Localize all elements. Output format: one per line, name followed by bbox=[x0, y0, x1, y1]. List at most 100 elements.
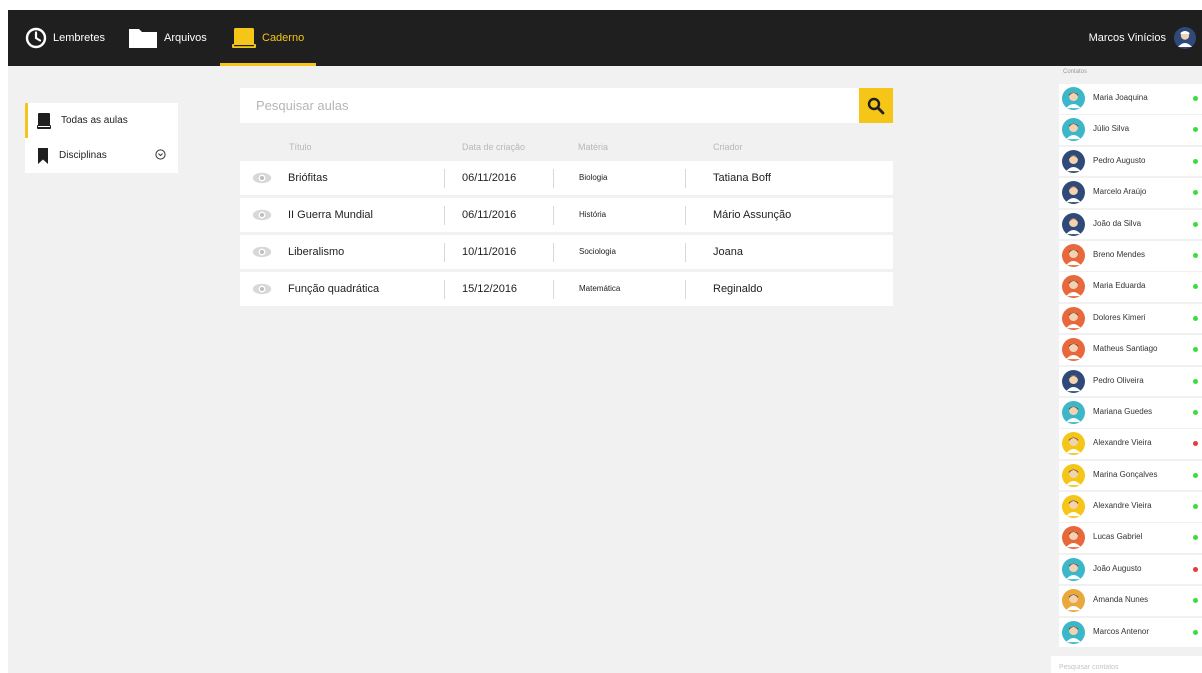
avatar bbox=[1062, 369, 1085, 393]
contact-item[interactable]: Breno Mendes bbox=[1059, 240, 1202, 271]
avatar bbox=[1062, 212, 1085, 236]
avatar bbox=[1062, 149, 1085, 173]
status-indicator bbox=[1193, 252, 1198, 258]
book-icon bbox=[37, 112, 51, 129]
contact-item[interactable]: Júlio Silva bbox=[1059, 115, 1202, 145]
column-header-materia[interactable]: Matéria bbox=[578, 142, 608, 152]
status-indicator bbox=[1193, 127, 1198, 133]
avatar bbox=[1062, 87, 1085, 110]
contacts-search-input[interactable] bbox=[1051, 659, 1202, 673]
top-bar: Lembretes Arquivos Caderno Marcos Viníci… bbox=[8, 10, 1202, 66]
contact-item[interactable]: João da Silva bbox=[1059, 209, 1202, 240]
contact-name: Alexandre Vieira bbox=[1093, 501, 1152, 511]
search-input[interactable] bbox=[240, 88, 840, 123]
contact-item[interactable]: Marcelo Araújo bbox=[1059, 178, 1202, 208]
contact-name: Lucas Gabriel bbox=[1093, 532, 1143, 542]
table-row[interactable]: II Guerra Mundial 06/11/2016 História Má… bbox=[240, 198, 893, 232]
contact-item[interactable]: Dolores Kimeri bbox=[1059, 303, 1202, 334]
cell-criador: Mário Assunção bbox=[713, 209, 792, 221]
search-button[interactable] bbox=[859, 88, 893, 123]
contact-name: Júlio Silva bbox=[1093, 124, 1130, 134]
contact-name: Maria Eduarda bbox=[1093, 281, 1146, 291]
contact-item[interactable]: Maria Joaquina bbox=[1059, 84, 1202, 114]
contact-name: Marina Gonçalves bbox=[1093, 469, 1158, 479]
contacts-panel: Contatos Maria Joaquina Júlio Silva Pedro … bbox=[1051, 66, 1202, 673]
status-indicator bbox=[1193, 598, 1198, 604]
menu-item-disciplinas[interactable]: Disciplinas bbox=[25, 138, 178, 173]
status-indicator bbox=[1193, 315, 1198, 321]
avatar bbox=[1062, 306, 1085, 330]
status-indicator bbox=[1193, 472, 1198, 478]
nav-caderno[interactable]: Caderno bbox=[232, 10, 304, 66]
contact-name: Dolores Kimeri bbox=[1093, 312, 1146, 322]
avatar bbox=[1062, 495, 1085, 519]
cell-data: 06/11/2016 bbox=[462, 172, 517, 184]
cell-titulo: Briófitas bbox=[288, 172, 328, 184]
menu-item-todas-as-aulas[interactable]: Todas as aulas bbox=[25, 103, 178, 138]
eye-icon[interactable] bbox=[252, 246, 272, 258]
contacts-search bbox=[1051, 656, 1202, 673]
contact-item[interactable]: Marina Gonçalves bbox=[1059, 460, 1202, 491]
contact-item[interactable]: Lucas Gabriel bbox=[1059, 523, 1202, 554]
bookmark-icon bbox=[38, 147, 48, 164]
contact-item[interactable]: Marcos Antenor bbox=[1059, 617, 1202, 648]
avatar bbox=[1062, 589, 1085, 613]
avatar bbox=[1062, 118, 1085, 142]
status-indicator bbox=[1193, 629, 1198, 635]
table-row[interactable]: Liberalismo 10/11/2016 Sociologia Joana bbox=[240, 235, 893, 269]
contact-name: João Augusto bbox=[1093, 563, 1142, 573]
status-indicator bbox=[1193, 158, 1198, 164]
column-divider bbox=[444, 206, 445, 225]
contact-item[interactable]: Alexandre Vieira bbox=[1059, 492, 1202, 522]
contacts-list: Maria Joaquina Júlio Silva Pedro Augusto Ma… bbox=[1059, 84, 1202, 649]
contacts-title: Contatos bbox=[1063, 69, 1088, 75]
cell-criador: Joana bbox=[713, 246, 743, 258]
nav-label: Lembretes bbox=[53, 32, 105, 44]
avatar bbox=[1062, 338, 1085, 362]
avatar bbox=[1062, 557, 1085, 581]
contact-name: Marcelo Araújo bbox=[1093, 187, 1147, 197]
status-indicator bbox=[1193, 96, 1198, 101]
contact-item[interactable]: Matheus Santiago bbox=[1059, 335, 1202, 365]
status-indicator bbox=[1193, 378, 1198, 384]
eye-icon[interactable] bbox=[252, 172, 272, 184]
avatar bbox=[1062, 432, 1085, 456]
table-row[interactable]: Função quadrática 15/12/2016 Matemática … bbox=[240, 272, 893, 306]
contact-name: Pedro Oliveira bbox=[1093, 375, 1144, 385]
cell-data: 15/12/2016 bbox=[462, 283, 518, 295]
chevron-down-icon[interactable] bbox=[155, 149, 166, 160]
contact-item[interactable]: Pedro Augusto bbox=[1059, 146, 1202, 177]
cell-materia: Biologia bbox=[579, 173, 608, 182]
contact-name: Maria Joaquina bbox=[1093, 93, 1148, 102]
contact-item[interactable]: João Augusto bbox=[1059, 554, 1202, 585]
column-divider bbox=[553, 206, 554, 225]
column-divider bbox=[553, 243, 554, 262]
column-header-titulo[interactable]: Título bbox=[289, 142, 312, 152]
contact-item[interactable]: Pedro Oliveira bbox=[1059, 366, 1202, 397]
clock-icon bbox=[25, 27, 47, 49]
eye-icon[interactable] bbox=[252, 209, 272, 221]
status-indicator bbox=[1193, 504, 1198, 510]
contact-item[interactable]: Amanda Nunes bbox=[1059, 586, 1202, 616]
user-menu[interactable]: Marcos Vinícios bbox=[1089, 10, 1196, 66]
cell-materia: Sociologia bbox=[579, 247, 616, 256]
nav-label: Arquivos bbox=[164, 32, 207, 44]
contact-item[interactable]: Mariana Guedes bbox=[1059, 397, 1202, 428]
avatar bbox=[1062, 243, 1085, 267]
column-header-criador[interactable]: Criador bbox=[713, 142, 743, 152]
status-indicator bbox=[1193, 409, 1198, 415]
nav-lembretes[interactable]: Lembretes bbox=[25, 10, 105, 66]
left-menu: Todas as aulas Disciplinas bbox=[25, 103, 178, 173]
notebook-icon bbox=[232, 28, 256, 48]
nav-arquivos[interactable]: Arquivos bbox=[128, 10, 207, 66]
search-bar bbox=[240, 88, 893, 123]
contact-item[interactable]: Maria Eduarda bbox=[1059, 272, 1202, 302]
table-header: Título Data de criação Matéria Criador bbox=[240, 138, 893, 158]
table-row[interactable]: Briófitas 06/11/2016 Biologia Tatiana Bo… bbox=[240, 161, 893, 195]
contact-item[interactable]: Alexandre Vieira bbox=[1059, 429, 1202, 459]
eye-icon[interactable] bbox=[252, 283, 272, 295]
column-header-data[interactable]: Data de criação bbox=[462, 142, 525, 152]
avatar bbox=[1062, 181, 1085, 205]
folder-icon bbox=[129, 29, 157, 48]
status-indicator bbox=[1193, 441, 1198, 447]
